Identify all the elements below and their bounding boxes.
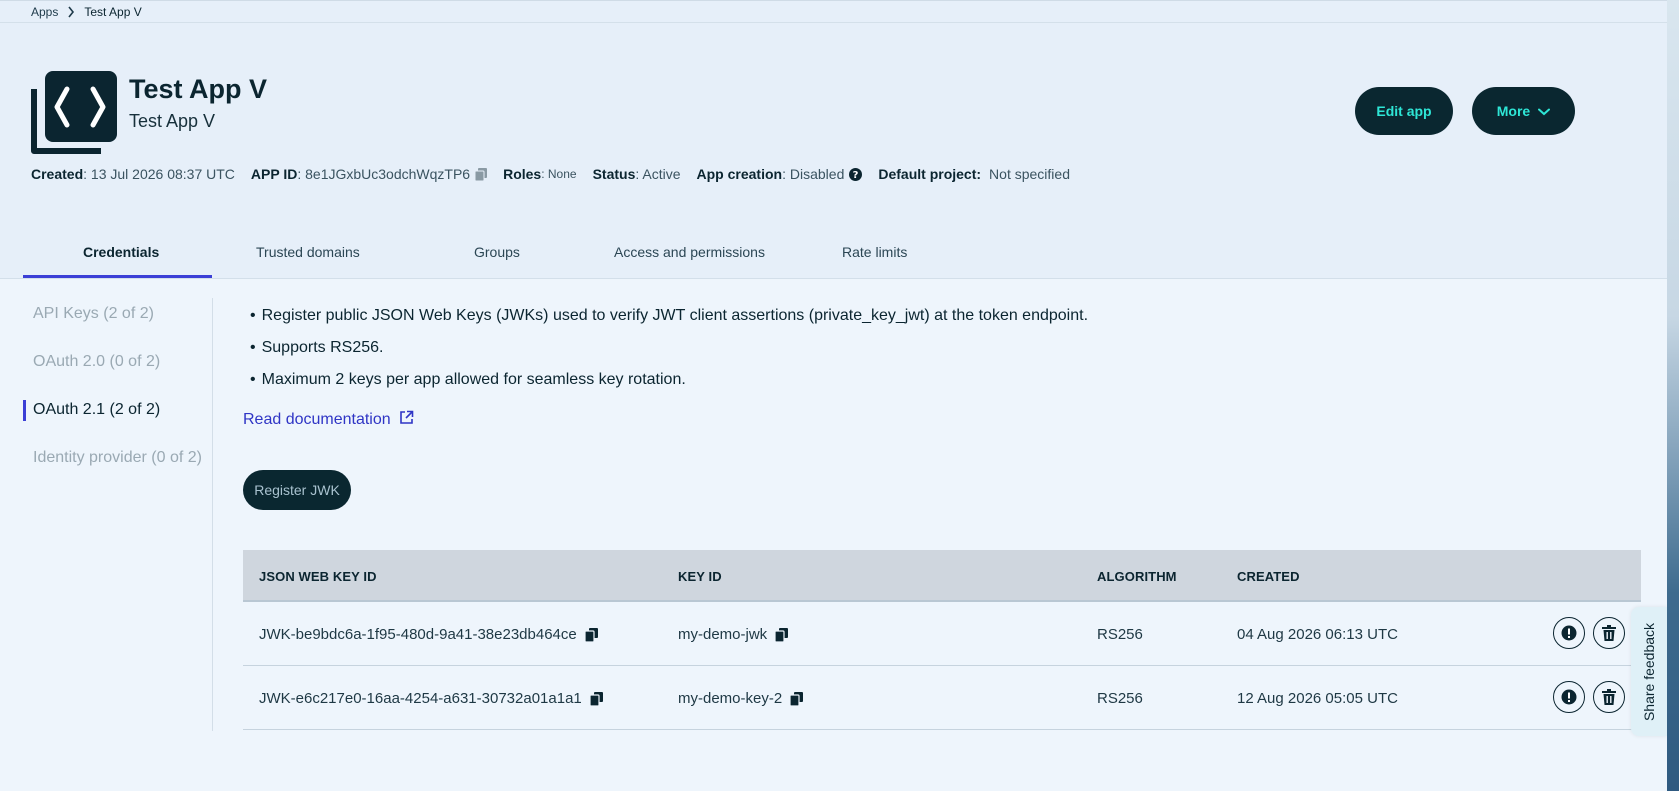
meta-roles: Roles : None — [503, 166, 576, 182]
meta-status-label: Status — [592, 166, 636, 182]
read-documentation-label: Read documentation — [243, 411, 391, 428]
breadcrumb-current: Test App V — [84, 4, 142, 19]
tab-credentials[interactable]: Credentials — [83, 244, 159, 260]
info-bullet: • Register public JSON Web Keys (JWKs) us… — [250, 307, 1088, 325]
more-button[interactable]: More — [1472, 87, 1575, 135]
app-code-icon — [31, 71, 117, 155]
trash-icon[interactable] — [1593, 617, 1625, 649]
info-icon[interactable] — [1553, 617, 1585, 649]
cell-jwk-id: JWK-e6c217e0-16aa-4254-a631-30732a01a1a1 — [259, 690, 603, 707]
copy-icon[interactable] — [589, 691, 603, 706]
trash-icon[interactable] — [1593, 681, 1625, 713]
bullet-dot: • — [250, 371, 256, 388]
subnav-identity-provider[interactable]: Identity provider (0 of 2) — [33, 449, 202, 467]
cell-created: 04 Aug 2026 06:13 UTC — [1237, 626, 1398, 643]
app-meta-row: Created : 13 Jul 2026 08:37 UTC APP ID :… — [31, 165, 1086, 183]
meta-status-value: : Active — [635, 166, 681, 182]
meta-created-value: : 13 Jul 2026 08:37 UTC — [83, 166, 235, 182]
column-header-jwk-id: JSON WEB KEY ID — [259, 569, 377, 584]
meta-created: Created : 13 Jul 2026 08:37 UTC — [31, 166, 235, 182]
table-row: JWK-be9bdc6a-1f95-480d-9a41-38e23db464ce… — [243, 602, 1641, 666]
column-header-created: CREATED — [1237, 569, 1300, 584]
column-header-algorithm: ALGORITHM — [1097, 569, 1177, 584]
cell-jwk-id: JWK-be9bdc6a-1f95-480d-9a41-38e23db464ce — [259, 626, 598, 643]
chevron-right-icon — [67, 6, 75, 18]
jwk-id-text: JWK-e6c217e0-16aa-4254-a631-30732a01a1a1 — [259, 690, 582, 707]
active-tab-indicator — [23, 275, 212, 278]
read-documentation-link[interactable]: Read documentation — [243, 410, 414, 430]
meta-defaultproject-value: Not specified — [989, 166, 1070, 182]
cell-key-id: my-demo-key-2 — [678, 690, 804, 707]
tab-access-and-permissions[interactable]: Access and permissions — [614, 244, 765, 260]
meta-default-project: Default project: Not specified — [878, 166, 1070, 182]
active-subnav-indicator — [23, 400, 26, 421]
cell-created: 12 Aug 2026 05:05 UTC — [1237, 690, 1398, 707]
cell-algorithm: RS256 — [1097, 690, 1143, 707]
meta-roles-label: Roles — [503, 166, 542, 182]
meta-roles-value: : None — [541, 167, 577, 181]
key-id-text: my-demo-jwk — [678, 626, 768, 643]
share-feedback-button[interactable]: Share feedback — [1631, 607, 1667, 736]
subnav-api-keys[interactable]: API Keys (2 of 2) — [33, 305, 154, 323]
share-feedback-label: Share feedback — [1641, 622, 1658, 721]
meta-appcreation-label: App creation — [696, 166, 783, 182]
register-jwk-button[interactable]: Register JWK — [243, 470, 351, 510]
page-title: Test App V — [129, 74, 268, 104]
info-icon[interactable] — [1553, 681, 1585, 713]
breadcrumb-apps-link[interactable]: Apps — [31, 5, 58, 19]
meta-appid-value: : 8e1JGxbUc3odchWqzTP6 — [297, 166, 471, 182]
subnav-oauth-2-0[interactable]: OAuth 2.0 (0 of 2) — [33, 353, 160, 371]
meta-app-creation: App creation : Disabled ? — [697, 166, 863, 182]
bullet-text: Supports RS256. — [261, 339, 384, 356]
cell-key-id: my-demo-jwk — [678, 626, 789, 643]
column-header-key-id: KEY ID — [678, 569, 722, 584]
meta-created-label: Created — [31, 166, 84, 182]
background-edge — [1667, 0, 1679, 791]
app-details-page: Apps Test App V Test App V Test App V Ed… — [0, 0, 1667, 791]
table-row: JWK-e6c217e0-16aa-4254-a631-30732a01a1a1… — [243, 666, 1641, 730]
cell-algorithm: RS256 — [1097, 626, 1143, 643]
bullet-text: Maximum 2 keys per app allowed for seaml… — [261, 371, 686, 388]
meta-appid-label: APP ID — [250, 166, 298, 182]
meta-app-id: APP ID : 8e1JGxbUc3odchWqzTP6 — [250, 166, 488, 182]
app-header-area — [0, 0, 1667, 279]
chevron-down-icon — [1538, 103, 1551, 119]
meta-defaultproject-label: Default project: — [878, 166, 982, 182]
breadcrumb: Apps Test App V — [0, 0, 1667, 23]
bullet-dot: • — [250, 339, 256, 356]
copy-icon[interactable] — [790, 691, 804, 706]
table-header: JSON WEB KEY ID KEY ID ALGORITHM CREATED — [243, 550, 1641, 602]
subnav-oauth-2-1[interactable]: OAuth 2.1 (2 of 2) — [33, 401, 160, 419]
svg-text:?: ? — [853, 170, 859, 181]
external-link-icon — [399, 410, 414, 430]
meta-status: Status : Active — [593, 166, 681, 182]
copy-icon[interactable] — [775, 627, 789, 642]
tab-rate-limits[interactable]: Rate limits — [842, 244, 907, 260]
bullet-text: Register public JSON Web Keys (JWKs) use… — [261, 307, 1089, 324]
subnav-divider — [212, 298, 213, 731]
jwk-table: JSON WEB KEY ID KEY ID ALGORITHM CREATED… — [243, 550, 1641, 730]
info-bullet: • Maximum 2 keys per app allowed for seam… — [250, 371, 686, 389]
tab-trusted-domains[interactable]: Trusted domains — [256, 244, 360, 260]
more-button-label: More — [1496, 103, 1531, 119]
meta-appcreation-value: : Disabled — [782, 166, 845, 182]
edit-app-button[interactable]: Edit app — [1355, 87, 1453, 135]
copy-icon[interactable] — [584, 627, 598, 642]
key-id-text: my-demo-key-2 — [678, 690, 783, 707]
copy-icon[interactable] — [475, 167, 488, 181]
help-icon[interactable]: ? — [849, 167, 863, 181]
bullet-dot: • — [250, 307, 256, 324]
tab-groups[interactable]: Groups — [474, 244, 520, 260]
info-bullet: • Supports RS256. — [250, 339, 383, 357]
page-subtitle: Test App V — [129, 111, 216, 131]
jwk-id-text: JWK-be9bdc6a-1f95-480d-9a41-38e23db464ce — [259, 626, 577, 643]
